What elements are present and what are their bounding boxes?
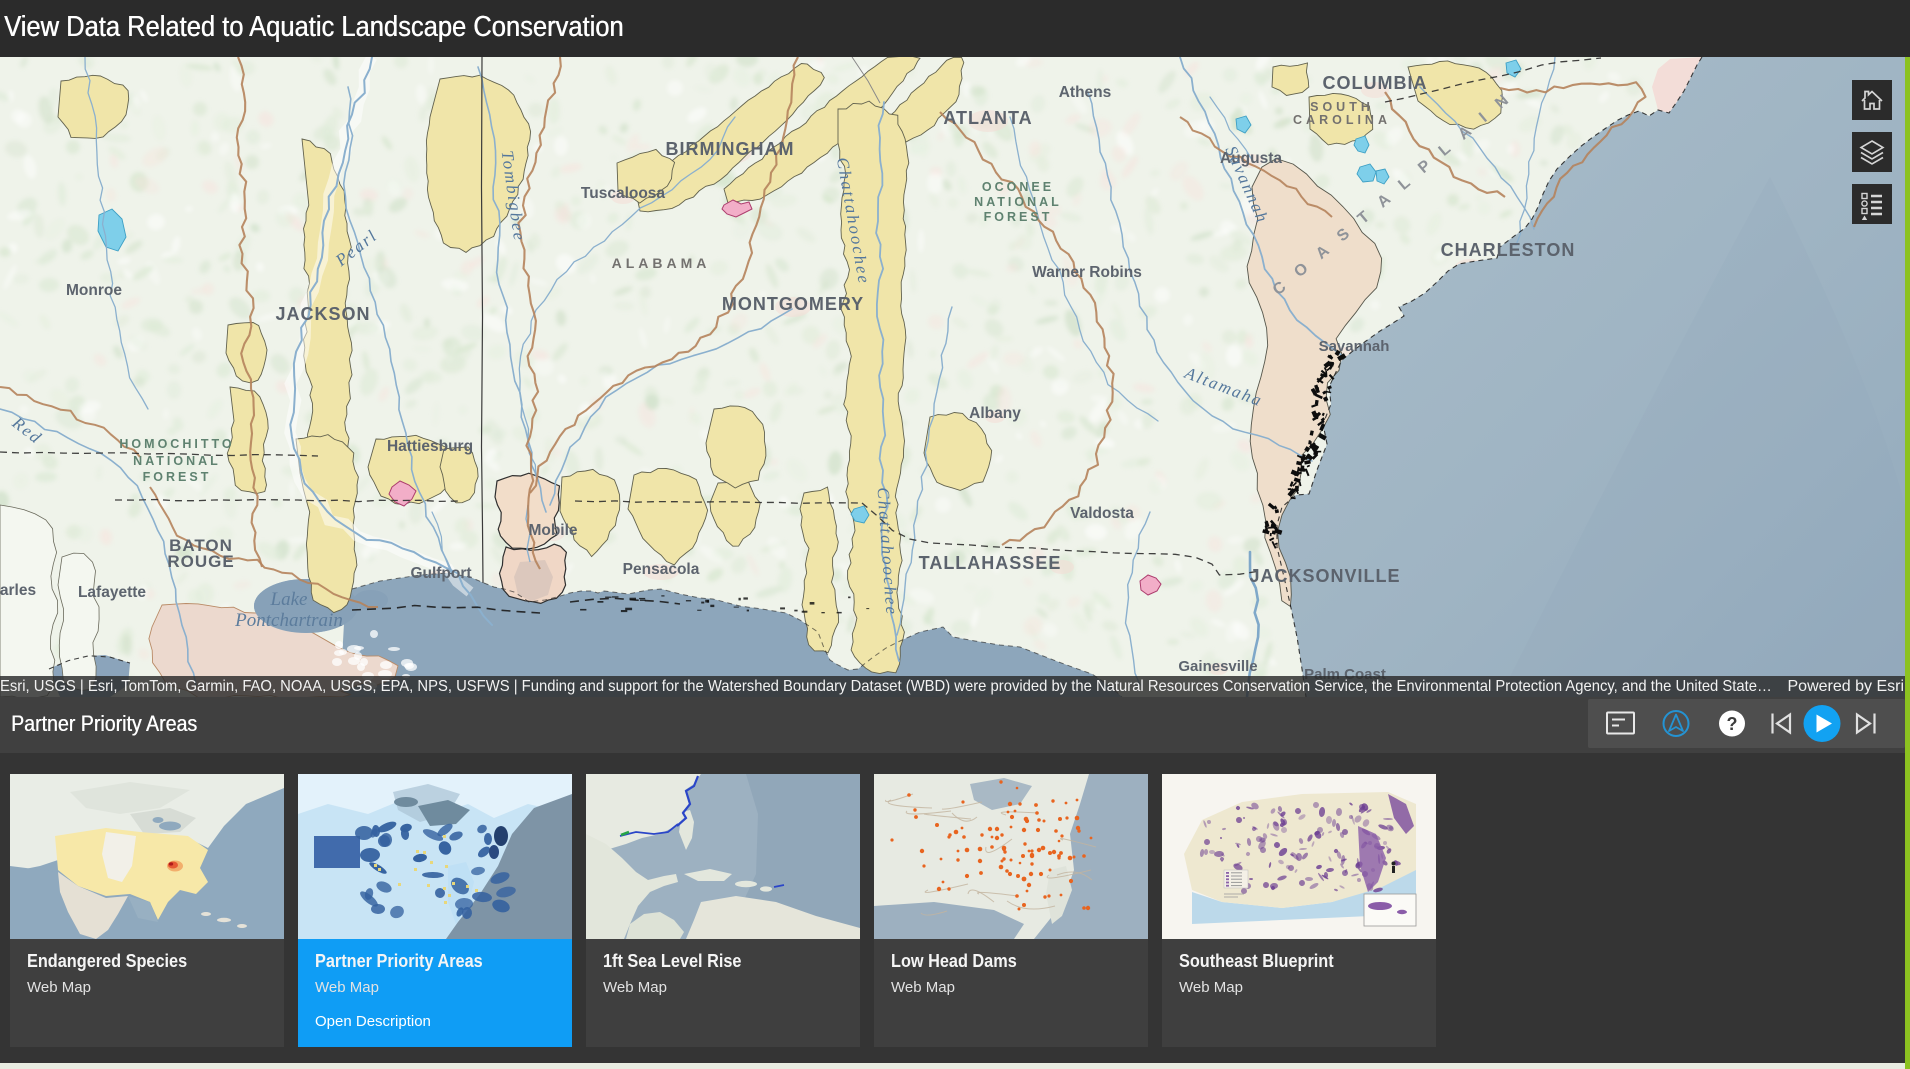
svg-text:ATLANTA: ATLANTA: [943, 108, 1032, 128]
svg-text:Valdosta: Valdosta: [1070, 505, 1134, 522]
svg-text:Gainesville: Gainesville: [1178, 658, 1257, 675]
svg-text:Pensacola: Pensacola: [623, 561, 700, 578]
svg-text:SOUTH: SOUTH: [1310, 100, 1374, 114]
svg-text:FOREST: FOREST: [143, 470, 212, 484]
svg-text:Hattiesburg: Hattiesburg: [387, 438, 473, 455]
svg-text:Albany: Albany: [969, 405, 1021, 422]
svg-text:COLUMBIA: COLUMBIA: [1323, 73, 1428, 93]
svg-text:CHARLESTON: CHARLESTON: [1441, 240, 1576, 260]
svg-text:CAROLINA: CAROLINA: [1293, 113, 1391, 127]
svg-text:JACKSON: JACKSON: [275, 304, 370, 324]
svg-text:arles: arles: [0, 582, 36, 599]
svg-text:MONTGOMERY: MONTGOMERY: [722, 294, 864, 314]
svg-text:BIRMINGHAM: BIRMINGHAM: [666, 139, 795, 159]
svg-text:Mobile: Mobile: [528, 522, 577, 539]
svg-text:NATIONAL: NATIONAL: [133, 454, 221, 468]
svg-text:Gulfport: Gulfport: [410, 565, 471, 582]
svg-text:ALABAMA: ALABAMA: [612, 255, 711, 271]
svg-text:Pontchartrain: Pontchartrain: [234, 610, 343, 631]
svg-text:Lafayette: Lafayette: [78, 584, 146, 601]
svg-text:Tuscaloosa: Tuscaloosa: [581, 185, 666, 202]
svg-text:TALLAHASSEE: TALLAHASSEE: [919, 553, 1062, 573]
svg-text:Monroe: Monroe: [66, 282, 122, 299]
svg-text:JACKSONVILLE: JACKSONVILLE: [1249, 566, 1400, 586]
svg-text:?: ?: [1727, 714, 1738, 734]
svg-text:Athens: Athens: [1059, 84, 1112, 101]
svg-text:FOREST: FOREST: [984, 210, 1053, 224]
svg-text:Lake: Lake: [270, 589, 308, 610]
svg-text:HOMOCHITTO: HOMOCHITTO: [119, 437, 234, 451]
svg-text:Warner Robins: Warner Robins: [1032, 264, 1142, 281]
svg-text:NATIONAL: NATIONAL: [974, 195, 1062, 209]
svg-text:Savannah: Savannah: [1319, 338, 1390, 355]
svg-text:OCONEE: OCONEE: [982, 180, 1054, 194]
svg-text:ROUGE: ROUGE: [167, 552, 234, 571]
